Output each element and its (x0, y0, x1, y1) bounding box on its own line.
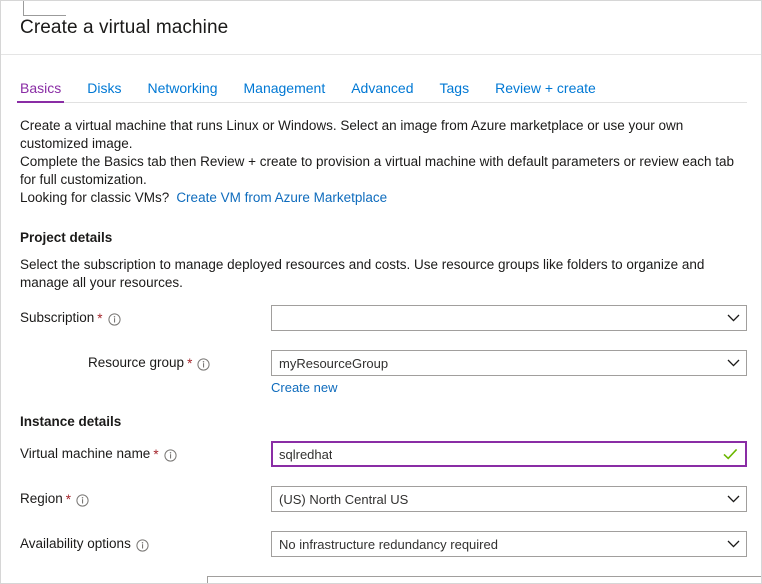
classic-vm-question: Looking for classic VMs? (20, 190, 170, 205)
image-field-wrap: Free SQL Server License: (RC1) SQL Serve… (207, 576, 761, 583)
availability-options-label-group: Availability options (20, 531, 271, 557)
create-new-resource-group-link[interactable]: Create new (271, 380, 337, 395)
availability-options-dropdown[interactable]: No infrastructure redundancy required (271, 531, 747, 557)
project-details-form: Subscription * Resource group * myResour… (20, 1, 747, 395)
instance-details-heading: Instance details (20, 414, 122, 429)
info-icon[interactable] (197, 357, 210, 371)
create-vm-blade: Create a virtual machine Basics Disks Ne… (0, 0, 762, 584)
blade-header: Create a virtual machine (1, 1, 761, 55)
tab-disks[interactable]: Disks (87, 81, 121, 103)
instance-details-form: Virtual machine name * sqlredhat Region … (20, 441, 761, 583)
tab-advanced[interactable]: Advanced (351, 81, 413, 103)
tab-networking[interactable]: Networking (147, 81, 217, 103)
subscription-label: Subscription (20, 310, 95, 325)
vm-name-required-asterisk: * (153, 447, 159, 463)
resource-group-label: Resource group (88, 355, 185, 370)
validation-check-icon (723, 448, 738, 460)
project-details-description: Select the subscription to manage deploy… (20, 257, 705, 290)
info-icon[interactable] (107, 312, 121, 326)
resource-group-field-wrap: myResourceGroup Create new (271, 350, 747, 397)
region-value: (US) North Central US (279, 491, 409, 507)
chevron-down-icon (727, 314, 740, 322)
row-availability-options: Availability options No infrastructure r… (20, 531, 747, 567)
info-icon[interactable] (76, 493, 89, 507)
region-label: Region (20, 491, 63, 506)
intro-text: Create a virtual machine that runs Linux… (20, 117, 747, 207)
subscription-label-group: Subscription * (20, 305, 271, 331)
image-label-group: Image * (20, 576, 207, 583)
resource-group-dropdown[interactable]: myResourceGroup (271, 350, 747, 376)
tab-tags[interactable]: Tags (440, 81, 470, 103)
availability-options-label: Availability options (20, 536, 131, 551)
image-dropdown[interactable]: Free SQL Server License: (RC1) SQL Serve… (207, 576, 761, 583)
chevron-down-icon (727, 495, 740, 503)
tab-basics[interactable]: Basics (16, 81, 65, 103)
intro-line-1: Create a virtual machine that runs Linux… (20, 118, 684, 151)
resource-group-value: myResourceGroup (279, 355, 389, 371)
row-region: Region * (US) North Central US (20, 486, 747, 522)
region-label-group: Region * (20, 486, 271, 512)
region-dropdown[interactable]: (US) North Central US (271, 486, 747, 512)
subscription-required-asterisk: * (97, 311, 103, 327)
tab-bar: Basics Disks Networking Management Advan… (1, 72, 761, 103)
row-subscription: Subscription * (20, 305, 747, 341)
info-icon[interactable] (136, 538, 149, 552)
info-icon[interactable] (163, 448, 177, 462)
chevron-down-icon (727, 359, 740, 367)
resource-group-required-asterisk: * (187, 356, 193, 372)
vm-name-label: Virtual machine name (20, 446, 151, 461)
availability-options-field-wrap: No infrastructure redundancy required (271, 531, 747, 557)
tab-management[interactable]: Management (244, 81, 326, 103)
chevron-down-icon (727, 540, 740, 548)
availability-options-value: No infrastructure redundancy required (279, 536, 498, 552)
row-resource-group: Resource group * myResourceGroup Create … (20, 1, 747, 395)
region-required-asterisk: * (65, 492, 72, 508)
intro-line-3: Looking for classic VMs? Create VM from A… (20, 189, 747, 207)
intro-line-2: Complete the Basics tab then Review + cr… (20, 154, 734, 187)
create-vm-marketplace-link[interactable]: Create VM from Azure Marketplace (176, 190, 387, 205)
page-title: Create a virtual machine (20, 16, 229, 38)
vm-name-field-wrap: sqlredhat (271, 441, 747, 467)
resource-group-label-group: Resource group * (20, 1, 271, 376)
image-label: Image (20, 576, 58, 583)
tab-review-create[interactable]: Review + create (495, 81, 596, 103)
vm-name-input[interactable]: sqlredhat (271, 441, 747, 467)
vm-name-label-group: Virtual machine name * (20, 441, 271, 467)
vm-name-value: sqlredhat (279, 446, 333, 462)
blade-content: Create a virtual machine that runs Linux… (1, 1, 761, 583)
region-field-wrap: (US) North Central US (271, 486, 747, 512)
row-image: Image * Free SQL Server License: (RC1) S… (20, 576, 761, 583)
subscription-dropdown[interactable] (271, 305, 747, 331)
subscription-field-wrap (271, 305, 747, 331)
project-details-heading: Project details (20, 230, 113, 245)
row-vm-name: Virtual machine name * sqlredhat (20, 441, 747, 477)
